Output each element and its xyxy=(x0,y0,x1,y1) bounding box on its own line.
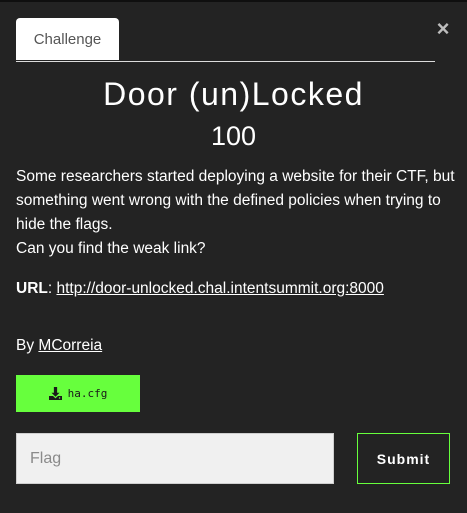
flag-input[interactable] xyxy=(16,433,334,484)
challenge-points: 100 xyxy=(210,121,257,151)
challenge-title: Door (un)Locked xyxy=(103,76,364,112)
author-prefix: By xyxy=(16,337,35,354)
tab-bar: Challenge xyxy=(16,18,435,62)
description-paragraph: Can you find the weak link? xyxy=(16,240,206,257)
author-line: By MCorreia xyxy=(16,334,102,358)
download-icon xyxy=(48,387,62,400)
file-name: ha.cfg xyxy=(67,387,108,400)
download-file-button[interactable]: ha.cfg xyxy=(16,375,140,412)
url-label: URL xyxy=(16,280,48,297)
challenge-url-link[interactable]: http://door-unlocked.chal.intentsummit.o… xyxy=(56,280,383,297)
submit-button[interactable]: Submit xyxy=(357,433,450,484)
challenge-description: Some researchers started deploying a web… xyxy=(16,165,456,261)
challenge-modal: Challenge × Door (un)Locked 100 Some res… xyxy=(0,0,467,513)
url-separator: : xyxy=(47,280,53,297)
description-paragraph: Some researchers started deploying a web… xyxy=(16,168,455,233)
close-icon[interactable]: × xyxy=(433,17,453,41)
url-line: URL: http://door-unlocked.chal.intentsum… xyxy=(16,277,384,301)
tab-challenge[interactable]: Challenge xyxy=(16,18,119,60)
author-link[interactable]: MCorreia xyxy=(38,337,102,354)
